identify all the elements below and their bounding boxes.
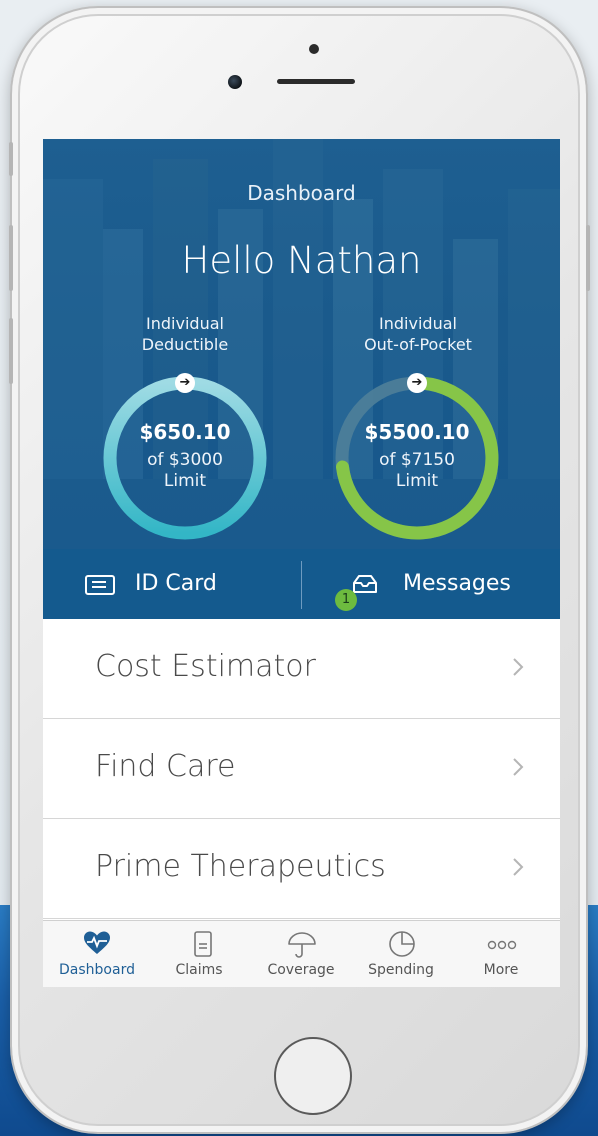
tab-claims[interactable]: Claims [149,921,249,987]
menu-item-label: Cost Estimator [95,649,316,684]
home-button[interactable] [274,1037,352,1115]
deductible-progress-ring[interactable]: ➔ $650.10 of $3000 Limit [100,373,270,543]
oop-of-value: of $7150 [379,450,455,470]
deductible-amount: $650.10 [139,420,231,444]
arrow-right-icon: ➔ [407,373,427,393]
out-of-pocket-label: Individual Out-of-Pocket [328,313,508,355]
out-of-pocket-limit: of $7150 Limit [332,450,502,492]
bottom-tab-bar: Dashboard Claims Coverage Spending More [43,920,560,987]
id-card-icon [85,575,115,595]
tab-coverage[interactable]: Coverage [251,921,351,987]
earpiece-speaker [277,79,355,84]
chevron-right-icon [513,858,524,876]
deductible-limit-word: Limit [163,471,207,491]
tab-label: Spending [368,962,434,978]
tab-dashboard[interactable]: Dashboard [47,921,147,987]
greeting-text: Hello Nathan [181,239,422,282]
heart-pulse-icon [84,931,110,954]
arrow-right-icon: ➔ [175,373,195,393]
deductible-of-value: of $3000 [147,450,223,470]
deductible-label-line2: Deductible [141,335,229,354]
power-button [586,225,590,291]
chevron-right-icon [513,758,524,776]
proximity-sensor [309,44,319,54]
tab-label: Dashboard [59,962,135,978]
umbrella-icon [288,932,316,958]
pie-chart-icon [389,931,415,957]
menu-item-cost-estimator[interactable]: Cost Estimator [43,619,560,719]
out-of-pocket-amount: $5500.10 [364,420,470,444]
tab-spending[interactable]: Spending [351,921,451,987]
dashboard-hero: Dashboard Hello Nathan Individual Deduct… [43,139,560,549]
page-title: Dashboard [247,181,356,205]
messages-label: Messages [403,571,511,596]
menu-item-label: Find Care [95,749,236,784]
tab-more[interactable]: More [451,921,551,987]
app-screen: Dashboard Hello Nathan Individual Deduct… [43,139,560,987]
oop-limit-word: Limit [395,471,439,491]
messages-count-badge: 1 [335,589,357,611]
deductible-label: Individual Deductible [95,313,275,355]
id-card-button[interactable]: ID Card [43,549,301,619]
document-icon [194,931,212,957]
menu-item-prime-therapeutics[interactable]: Prime Therapeutics [43,819,560,919]
tab-label: Coverage [267,962,335,978]
oop-label-line2: Out-of-Pocket [364,335,472,354]
chevron-right-icon [513,658,524,676]
tab-label: More [483,962,519,978]
oop-label-line1: Individual [379,314,457,333]
tab-label: Claims [175,962,223,978]
more-dots-icon [487,940,517,950]
volume-down-button [9,318,13,384]
id-card-label: ID Card [135,571,217,596]
front-camera [228,75,242,89]
messages-button[interactable]: 1 Messages [302,549,560,619]
menu-item-find-care[interactable]: Find Care [43,719,560,819]
menu-item-label: Prime Therapeutics [95,849,386,884]
inbox-icon [353,575,377,593]
out-of-pocket-progress-ring[interactable]: ➔ $5500.10 of $7150 Limit [332,373,502,543]
menu-list: Cost Estimator Find Care Prime Therapeut… [43,619,560,919]
deductible-limit: of $3000 Limit [100,450,270,492]
quick-actions-bar: ID Card 1 Messages [43,549,560,619]
mute-switch [9,142,13,176]
volume-up-button [9,225,13,291]
deductible-label-line1: Individual [146,314,224,333]
